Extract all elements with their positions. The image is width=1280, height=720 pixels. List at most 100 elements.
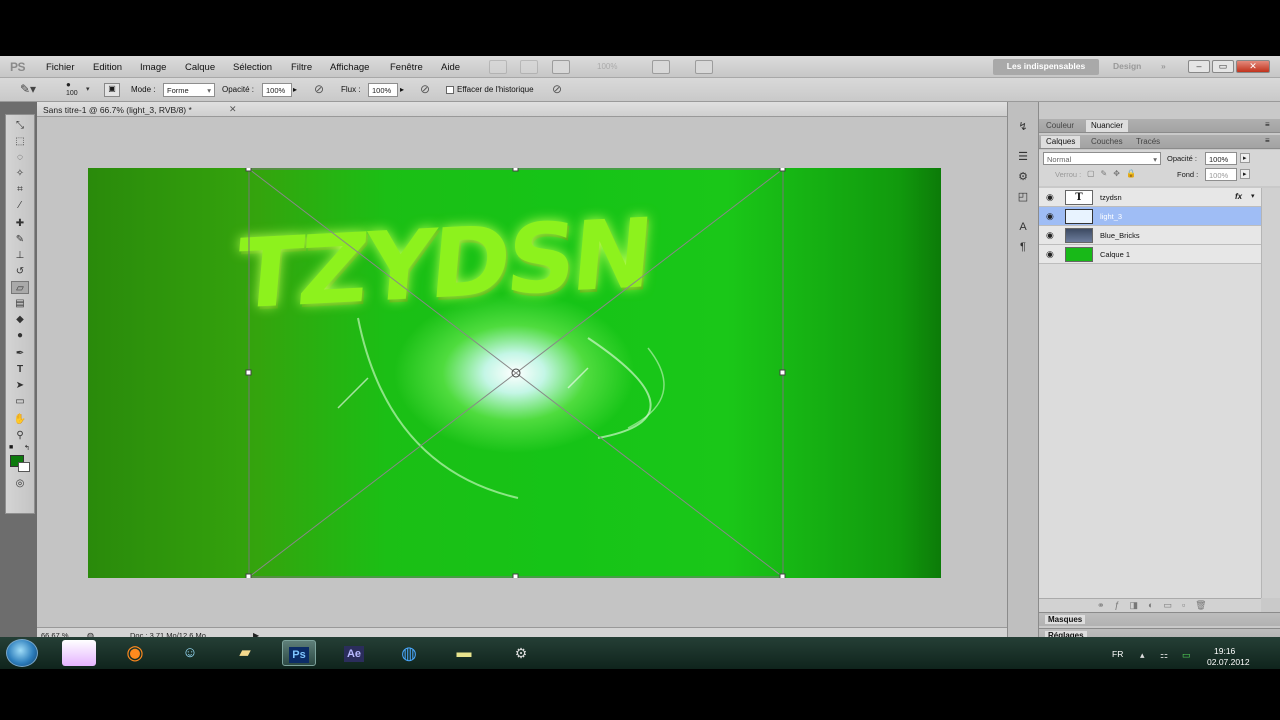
calendar-app-icon[interactable]	[62, 640, 96, 666]
messenger-icon[interactable]: ☺	[173, 640, 207, 666]
panel-menu-icon[interactable]: ≡	[1265, 120, 1270, 129]
menu-selection[interactable]: Sélection	[233, 62, 272, 73]
arrange-documents-icon[interactable]	[652, 60, 670, 74]
explorer-icon[interactable]: ▰	[228, 640, 262, 666]
menu-affichage[interactable]: Affichage	[330, 62, 369, 73]
lock-icons[interactable]: ▢✎✥🔒	[1087, 169, 1142, 178]
after-effects-taskbar-button[interactable]: Ae	[337, 640, 371, 666]
visibility-eye-icon[interactable]: ◉	[1046, 192, 1054, 203]
screen-mode-icon[interactable]	[695, 60, 713, 74]
opacity-slider-icon[interactable]: ▸	[293, 85, 297, 94]
opacity-field[interactable]: 100%	[262, 83, 292, 97]
zoom-tool-icon[interactable]: ⚲	[11, 429, 29, 442]
brush-tool-icon[interactable]: ✎	[11, 233, 29, 246]
airbrush-icon[interactable]: ⊘	[420, 82, 430, 96]
layer-row-blue-bricks[interactable]: ◉ Blue_Bricks	[1039, 226, 1261, 245]
photoshop-taskbar-button[interactable]: Ps	[282, 640, 316, 666]
language-indicator[interactable]: FR	[1112, 649, 1123, 659]
layer-row-light-3[interactable]: ◉ light_3	[1039, 207, 1261, 226]
display-tray-icon[interactable]: ▭	[1182, 650, 1191, 661]
tab-couches[interactable]: Couches	[1086, 136, 1128, 148]
sticky-notes-icon[interactable]: ▬	[447, 640, 481, 666]
layers-scrollbar[interactable]	[1261, 188, 1280, 598]
visibility-eye-icon[interactable]: ◉	[1046, 211, 1054, 222]
lasso-tool-icon[interactable]: ◌	[11, 151, 29, 164]
type-tool-icon[interactable]: T	[11, 363, 29, 376]
crop-tool-icon[interactable]: ⌗	[11, 183, 29, 196]
eraser-tool-preset-icon[interactable]: ✎▾	[20, 82, 36, 96]
network-app-icon[interactable]: ◍	[392, 640, 426, 666]
actions-panel-icon[interactable]: ⚙	[1014, 170, 1032, 184]
expand-effects-icon[interactable]: ▾	[1251, 192, 1255, 200]
move-tool-icon[interactable]: ⤡	[11, 119, 29, 132]
character-panel-icon[interactable]: A	[1014, 220, 1032, 234]
fill-field[interactable]: 100%	[1205, 168, 1237, 181]
show-hidden-icons[interactable]: ▴	[1140, 650, 1145, 661]
transform-bounding-box[interactable]	[88, 168, 941, 578]
zoom-level-display[interactable]: 100%	[597, 62, 617, 71]
minimize-icon[interactable]: –	[1188, 60, 1210, 73]
paragraph-panel-icon[interactable]: ¶	[1014, 240, 1032, 254]
dodge-tool-icon[interactable]: ●	[11, 329, 29, 342]
layer-opacity-field[interactable]: 100%	[1205, 152, 1237, 165]
bridge-icon[interactable]	[489, 60, 507, 74]
canvas-area[interactable]: TZYDSN	[37, 117, 1007, 627]
brush-dropdown-icon[interactable]: ▾	[86, 85, 90, 93]
erase-history-checkbox[interactable]	[446, 86, 454, 94]
brush-size[interactable]: 100	[66, 90, 78, 97]
workspace-design[interactable]: Design	[1107, 59, 1147, 75]
menu-calque[interactable]: Calque	[185, 62, 215, 73]
blend-mode-select[interactable]: Normal ▾	[1043, 152, 1161, 165]
tab-traces[interactable]: Tracés	[1131, 136, 1165, 148]
recorder-app-icon[interactable]: ⚙	[504, 640, 538, 666]
masks-panel[interactable]: Masques	[1039, 612, 1280, 626]
swap-colors-icon[interactable]: ↰	[24, 444, 30, 452]
adjustments-panel-icon[interactable]: ☰	[1014, 150, 1032, 164]
brush-picker-icon[interactable]: ●	[66, 80, 71, 89]
firefox-icon[interactable]: ◉	[118, 640, 152, 666]
layers-menu-icon[interactable]: ≡	[1265, 136, 1270, 145]
close-window-icon[interactable]: ✕	[1236, 60, 1270, 73]
mode-select[interactable]: Forme ▾	[163, 83, 215, 97]
extras-icon[interactable]	[552, 60, 570, 74]
clone-stamp-tool-icon[interactable]: ⊥	[11, 249, 29, 262]
blur-tool-icon[interactable]: ◆	[11, 313, 29, 326]
quick-selection-tool-icon[interactable]: ✧	[11, 167, 29, 180]
history-panel-icon[interactable]: ↯	[1014, 120, 1032, 134]
network-tray-icon[interactable]: ⚏	[1160, 650, 1168, 661]
clock-time[interactable]: 19:16	[1214, 646, 1235, 656]
minibridge-icon[interactable]	[520, 60, 538, 74]
layer-actions-icons[interactable]: ⚭ƒ◨◐▭▫🗑	[1097, 600, 1217, 611]
default-colors-icon[interactable]: ■	[9, 444, 13, 451]
menu-fichier[interactable]: Fichier	[46, 62, 75, 73]
layer-row-calque-1[interactable]: ◉ Calque 1	[1039, 245, 1261, 264]
flow-field[interactable]: 100%	[368, 83, 398, 97]
tab-nuancier[interactable]: Nuancier	[1086, 120, 1129, 132]
menu-aide[interactable]: Aide	[441, 62, 460, 73]
background-color-swatch[interactable]	[18, 462, 30, 472]
flow-slider-icon[interactable]: ▸	[400, 85, 404, 94]
pressure-opacity-icon[interactable]: ⊘	[314, 82, 324, 96]
layer-opacity-slider-icon[interactable]: ▸	[1240, 153, 1250, 163]
restore-icon[interactable]: ▭	[1212, 60, 1234, 73]
tab-calques[interactable]: Calques	[1041, 136, 1081, 148]
path-selection-tool-icon[interactable]: ➤	[11, 379, 29, 392]
document-tab[interactable]: Sans titre-1 @ 66.7% (light_3, RVB/8) * …	[37, 102, 1007, 117]
marquee-tool-icon[interactable]: ⬚	[11, 135, 29, 148]
healing-brush-tool-icon[interactable]: ✚	[11, 217, 29, 230]
menu-edition[interactable]: Edition	[93, 62, 122, 73]
fx-icon[interactable]: fx	[1235, 192, 1242, 201]
pen-tool-icon[interactable]: ✒	[11, 347, 29, 360]
hand-tool-icon[interactable]: ✋	[11, 413, 29, 426]
visibility-eye-icon[interactable]: ◉	[1046, 249, 1054, 260]
shape-tool-icon[interactable]: ▭	[11, 395, 29, 408]
eyedropper-tool-icon[interactable]: ⁄	[11, 199, 29, 212]
workspace-more-icon[interactable]: »	[1155, 59, 1172, 75]
visibility-eye-icon[interactable]: ◉	[1046, 230, 1054, 241]
history-brush-tool-icon[interactable]: ↺	[11, 265, 29, 278]
styles-panel-icon[interactable]: ◰	[1014, 190, 1032, 204]
clock-date[interactable]: 02.07.2012	[1207, 657, 1250, 667]
menu-image[interactable]: Image	[140, 62, 166, 73]
menu-filtre[interactable]: Filtre	[291, 62, 312, 73]
fill-slider-icon[interactable]: ▸	[1240, 169, 1250, 179]
